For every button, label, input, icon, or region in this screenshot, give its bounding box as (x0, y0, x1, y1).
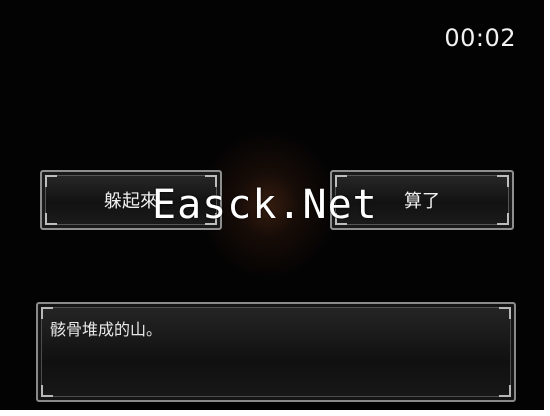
frame-corner-ornament (497, 175, 509, 187)
message-text: 骸骨堆成的山。 (50, 320, 163, 339)
frame-corner-ornament (499, 385, 511, 397)
frame-corner-ornament (499, 307, 511, 319)
frame-corner-ornament (41, 385, 53, 397)
watermark: Easck.Net (152, 182, 378, 228)
message-box: 骸骨堆成的山。 (36, 302, 516, 402)
frame-corner-ornament (497, 213, 509, 225)
choice-label: 算了 (404, 191, 440, 212)
game-screen: 00:02 躲起來 算了 骸骨堆成的山。 Easck.Net (0, 0, 544, 410)
frame-corner-ornament (45, 175, 57, 187)
choice-label: 躲起來 (104, 191, 158, 212)
frame-corner-ornament (45, 213, 57, 225)
timer: 00:02 (444, 24, 516, 52)
